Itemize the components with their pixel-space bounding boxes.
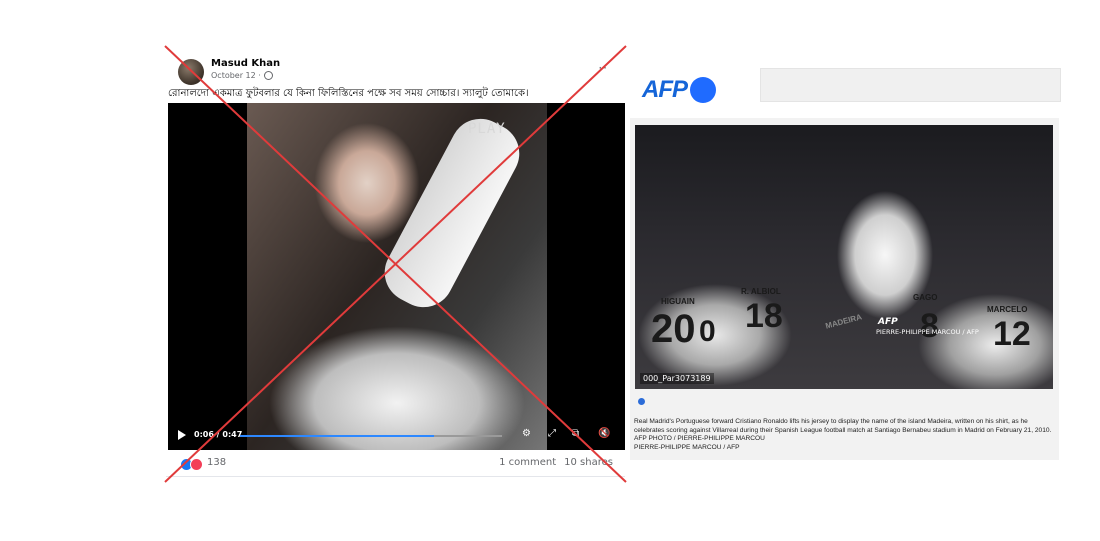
- info-icon[interactable]: [638, 398, 645, 405]
- gear-icon[interactable]: ⚙: [522, 428, 531, 439]
- video-player[interactable]: PLAY 0:06 / 0:47 ⚙ ⤢ ⧉ 🔇: [168, 103, 625, 450]
- afp-logo[interactable]: AFP: [642, 74, 716, 106]
- afp-watermark-credit: PIERRE-PHILIPPE MARCOU / AFP: [876, 328, 979, 336]
- love-reaction-icon: [190, 458, 203, 471]
- player-number-2: 0: [699, 315, 716, 348]
- video-progress-track[interactable]: [240, 435, 502, 437]
- video-controls: 0:06 / 0:47 ⚙ ⤢ ⧉ 🔇: [168, 422, 625, 450]
- afp-caption: Real Madrid's Portuguese forward Cristia…: [634, 418, 1054, 452]
- post-header: Masud Khan October 12 · ··: [178, 57, 618, 85]
- video-time: 0:06 / 0:47: [194, 430, 243, 439]
- afp-photo[interactable]: HIGUAIN 20 0 R. ALBIOL 18 GAGO 8 MARCELO…: [635, 125, 1053, 389]
- share-count[interactable]: 10 shares: [564, 457, 613, 468]
- player-name-1: HIGUAIN: [661, 297, 695, 306]
- photo-id: 000_Par3073189: [640, 373, 714, 384]
- post-caption: রোনালদো একমাত্র ফুটবলার যে কিনা ফিলিস্তি…: [168, 88, 529, 99]
- post-footer: 138 1 comment 10 shares: [166, 452, 625, 477]
- expand-icon[interactable]: ⤢: [548, 428, 556, 439]
- raised-arm: [374, 108, 530, 318]
- post-date[interactable]: October 12 ·: [211, 71, 261, 80]
- afp-header-bar[interactable]: [760, 68, 1061, 102]
- play-icon[interactable]: [178, 430, 186, 440]
- post-meta: October 12 ·: [211, 71, 273, 80]
- afp-credit: PIERRE-PHILIPPE MARCOU / AFP: [634, 443, 740, 451]
- player-number-3: 18: [745, 297, 783, 335]
- avatar[interactable]: [178, 59, 204, 85]
- globe-icon: [263, 71, 273, 80]
- player-number-4: 8: [920, 307, 939, 345]
- player-name-5: MARCELO: [987, 305, 1028, 314]
- shirt-text: MADEIRA: [824, 312, 863, 331]
- afp-logo-dot: [690, 77, 716, 103]
- player-name-3: R. ALBIOL: [741, 287, 781, 296]
- author-name[interactable]: Masud Khan: [211, 58, 280, 69]
- player-name-4: GAGO: [913, 293, 938, 302]
- afp-photo-panel: HIGUAIN 20 0 R. ALBIOL 18 GAGO 8 MARCELO…: [630, 118, 1059, 460]
- video-progress-fill: [240, 435, 434, 437]
- reaction-count[interactable]: 138: [207, 457, 226, 468]
- player-number-1: 20: [651, 307, 696, 351]
- video-overlay-text: PLAY: [468, 121, 506, 137]
- comment-count[interactable]: 1 comment: [499, 457, 556, 468]
- video-frame: [247, 103, 547, 450]
- player-number-5: 12: [993, 315, 1031, 353]
- mute-icon[interactable]: 🔇: [598, 428, 610, 439]
- pip-icon[interactable]: ⧉: [572, 428, 579, 439]
- engagement-stats: 1 comment 10 shares: [499, 457, 613, 468]
- afp-logo-text: AFP: [642, 76, 688, 103]
- afp-caption-text: Real Madrid's Portuguese forward Cristia…: [634, 418, 1052, 443]
- afp-watermark-logo: AFP: [878, 317, 898, 327]
- facebook-post: Masud Khan October 12 · ·· রোনালদো একমাত…: [166, 52, 625, 478]
- more-icon[interactable]: ··: [598, 61, 608, 75]
